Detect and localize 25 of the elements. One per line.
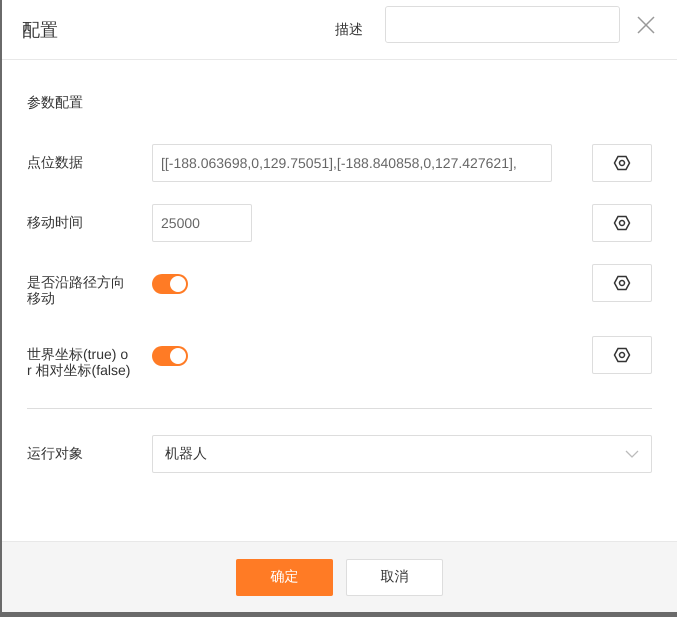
field-label: 运行对象: [27, 444, 84, 461]
field-label: 是否沿路径方向移动: [27, 273, 126, 306]
settings-button[interactable]: [592, 144, 652, 182]
settings-button[interactable]: [592, 264, 652, 302]
hexagon-nut-icon: [612, 213, 632, 233]
hexagon-nut-icon: [612, 273, 632, 293]
settings-button[interactable]: [592, 204, 652, 242]
toggle-switch[interactable]: [152, 274, 188, 294]
cancel-button[interactable]: 取消: [346, 558, 443, 596]
settings-button[interactable]: [592, 336, 652, 374]
hexagon-nut-icon: [612, 153, 632, 173]
toggle-switch[interactable]: [152, 346, 188, 366]
select-field[interactable]: 机器人: [152, 435, 652, 473]
text-field[interactable]: [[-188.063698,0,129.75051],[-188.840858,0,127.427621],: [152, 144, 552, 182]
close-icon[interactable]: [637, 16, 655, 34]
section-title: 参数配置: [27, 94, 84, 112]
field-label: 点位数据: [27, 153, 84, 170]
field-label: 移动时间: [27, 213, 84, 230]
chevron-down-icon: [625, 450, 639, 458]
dialog-title: 配置: [22, 18, 58, 42]
description-field[interactable]: [385, 6, 620, 43]
text-field[interactable]: 25000: [152, 204, 252, 242]
hexagon-nut-icon: [612, 345, 632, 365]
field-label: 世界坐标(true) or 相对坐标(false): [27, 345, 131, 378]
description-label: 描述: [335, 20, 363, 38]
